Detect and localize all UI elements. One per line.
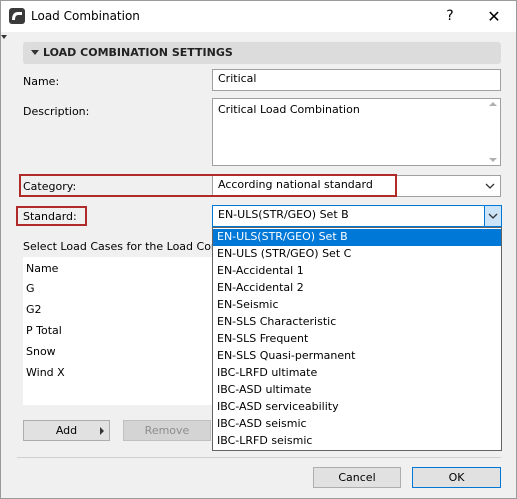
load-cases-list[interactable]: Name G G2 P Total Snow Wind X — [23, 257, 215, 405]
list-header-name: Name — [26, 262, 59, 275]
dropdown-option[interactable]: EN-Seismic — [213, 297, 501, 314]
dropdown-option[interactable]: EN-SLS Characteristic — [213, 314, 501, 331]
section-title: LOAD COMBINATION SETTINGS — [43, 46, 233, 59]
scroll-down-icon[interactable] — [489, 158, 497, 162]
category-highlight-box — [19, 174, 397, 197]
dropdown-option[interactable]: IBC-LRFD ultimate — [213, 365, 501, 382]
section-header-load-combination-settings[interactable]: LOAD COMBINATION SETTINGS — [23, 42, 501, 64]
dropdown-option[interactable]: EN-Accidental 1 — [213, 263, 501, 280]
name-label: Name: — [23, 75, 60, 88]
chevron-down-icon[interactable] — [483, 179, 497, 193]
remove-button[interactable]: Remove — [123, 420, 211, 441]
description-scrollbar[interactable] — [486, 99, 500, 165]
name-field[interactable]: Critical — [212, 69, 501, 91]
dropdown-option[interactable]: EN-SLS Quasi-permanent — [213, 348, 501, 365]
dialog-window: Load Combination ? ✕ LOAD COMBINATION SE… — [0, 0, 517, 499]
dropdown-option[interactable]: EN-Accidental 2 — [213, 280, 501, 297]
list-item[interactable]: G2 — [26, 303, 42, 316]
add-button-label: Add — [55, 424, 78, 437]
list-item[interactable]: Snow — [26, 345, 56, 358]
scroll-up-icon[interactable] — [489, 102, 497, 106]
app-icon — [9, 8, 25, 24]
window-title: Load Combination — [31, 9, 140, 23]
dropdown-option[interactable]: IBC-ASD ultimate — [213, 382, 501, 399]
close-button[interactable]: ✕ — [471, 4, 517, 29]
cancel-button[interactable]: Cancel — [313, 467, 401, 488]
list-item[interactable]: P Total — [26, 324, 62, 337]
dropdown-option[interactable]: IBC-LRFD seismic — [213, 433, 501, 450]
section-collapse-icon[interactable] — [31, 50, 39, 55]
menu-arrow-icon — [100, 427, 104, 435]
collapse-marker-icon — [1, 35, 7, 39]
dropdown-option[interactable]: EN-ULS (STR/GEO) Set C — [213, 246, 501, 263]
standard-select[interactable]: EN-ULS(STR/GEO) Set B — [212, 205, 502, 227]
standard-dropdown-list[interactable]: EN-ULS(STR/GEO) Set B EN-ULS (STR/GEO) S… — [212, 227, 502, 451]
standard-highlight-box — [16, 206, 87, 226]
add-button[interactable]: Add — [23, 420, 110, 441]
dropdown-option[interactable]: IBC-ASD serviceability — [213, 399, 501, 416]
list-item[interactable]: Wind X — [26, 366, 65, 379]
standard-dropdown-toggle[interactable] — [484, 206, 501, 226]
help-button[interactable]: ? — [427, 4, 473, 29]
title-bar: Load Combination ? ✕ — [1, 1, 516, 32]
load-cases-label: Select Load Cases for the Load Combi — [23, 240, 232, 253]
description-text: Critical Load Combination — [218, 103, 360, 116]
description-field[interactable]: Critical Load Combination — [212, 98, 501, 166]
ok-button[interactable]: OK — [412, 467, 501, 488]
footer-separator — [17, 457, 501, 458]
dropdown-option[interactable]: EN-SLS Frequent — [213, 331, 501, 348]
dropdown-option[interactable]: IBC-ASD seismic — [213, 416, 501, 433]
list-item[interactable]: G — [26, 282, 35, 295]
description-label: Description: — [23, 105, 90, 118]
standard-value: EN-ULS(STR/GEO) Set B — [218, 208, 349, 221]
dropdown-option[interactable]: EN-ULS(STR/GEO) Set B — [213, 229, 501, 246]
